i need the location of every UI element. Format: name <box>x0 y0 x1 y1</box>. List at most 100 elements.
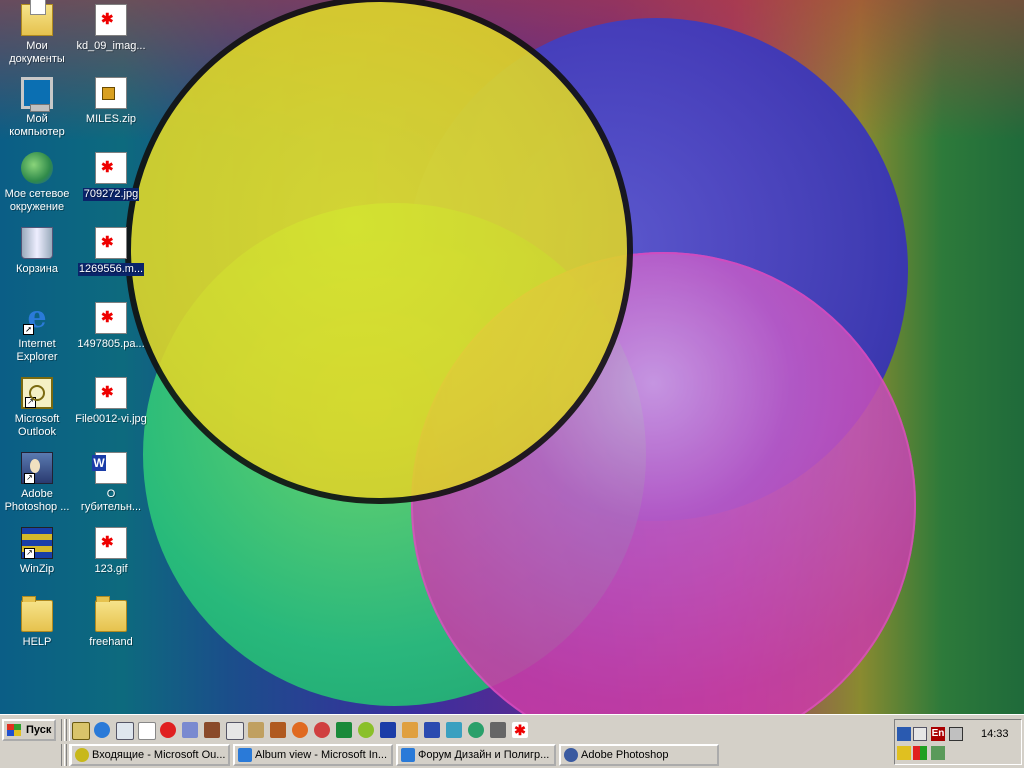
image-viewer-icon[interactable]: ✱ <box>512 722 528 738</box>
calculator-icon[interactable] <box>446 722 462 738</box>
internet-explorer-icon: e ↗ <box>21 302 53 335</box>
icon-label: Adobe Photoshop ... <box>4 488 70 513</box>
desktop-icon-file0012[interactable]: File0012-vi.jpg <box>74 377 148 426</box>
winzip-icon: ↗ <box>21 527 53 559</box>
language-indicator[interactable]: En <box>931 727 945 741</box>
firefox-icon[interactable] <box>292 722 308 738</box>
folder-icon <box>95 596 127 632</box>
folder-icon <box>21 596 53 632</box>
opera-icon[interactable] <box>314 722 330 738</box>
desktop-icon-photoshop[interactable]: ↗ Adobe Photoshop ... <box>0 452 74 514</box>
photoshop-icon[interactable] <box>270 722 286 738</box>
image-file-icon <box>95 527 127 559</box>
excel-icon[interactable] <box>336 722 352 738</box>
icon-label: File0012-vi.jpg <box>75 413 147 425</box>
desktop-icon-709272[interactable]: 709272.jpg <box>74 152 148 201</box>
wallpaper-yellow-circle <box>125 0 633 504</box>
app-icon[interactable] <box>182 722 198 738</box>
volume-icon[interactable] <box>913 727 927 741</box>
tray-app-icon[interactable] <box>897 746 911 760</box>
photoshop-icon <box>564 748 578 762</box>
app-icon[interactable] <box>424 722 440 738</box>
desktop-icon-word-doc[interactable]: О губительн... <box>74 452 148 514</box>
tool-icon[interactable] <box>490 722 506 738</box>
internet-explorer-icon <box>401 748 415 762</box>
taskbar-divider <box>66 719 70 741</box>
network-status-icon[interactable] <box>949 727 963 741</box>
icon-label: 709272.jpg <box>82 188 140 201</box>
desktop-icon-freehand[interactable]: freehand <box>74 596 148 649</box>
icon-label: О губительн... <box>80 488 142 513</box>
clock-icon[interactable] <box>358 722 374 738</box>
task-button-outlook[interactable]: Входящие - Microsoft Ou... <box>70 744 230 766</box>
word-document-icon <box>92 452 127 484</box>
internet-explorer-icon[interactable] <box>94 722 110 738</box>
desktop-icon-winzip[interactable]: ↗ WinZip <box>0 527 74 576</box>
icon-label: Мой компьютер <box>9 113 65 138</box>
taskbar-divider <box>61 744 65 766</box>
desktop-icon-1269556[interactable]: 1269556.m... <box>74 227 148 276</box>
desktop-icon-recycle-bin[interactable]: Корзина <box>0 227 74 276</box>
my-computer-icon <box>21 77 53 112</box>
task-label: Adobe Photoshop <box>581 749 669 761</box>
icon-label: HELP <box>22 636 52 648</box>
start-label: Пуск <box>26 724 52 736</box>
icon-label: Microsoft Outlook <box>14 413 60 438</box>
icon-label: freehand <box>89 636 133 648</box>
desktop-icon-kd09[interactable]: kd_09_imag... <box>74 4 148 53</box>
image-file-icon <box>95 377 127 409</box>
system-tray: En 14:33 <box>894 719 1022 765</box>
windows-logo-icon <box>7 724 21 736</box>
powerpoint-icon[interactable] <box>402 722 418 738</box>
pen-tool-icon[interactable] <box>204 722 220 738</box>
task-label: Входящие - Microsoft Ou... <box>92 749 226 761</box>
desktop-icon-1497805[interactable]: 1497805.pa... <box>74 302 148 351</box>
icon-label: Корзина <box>16 263 58 275</box>
task-label: Album view - Microsoft In... <box>255 749 388 761</box>
acrobat-icon[interactable] <box>138 722 156 740</box>
icon-label: Internet Explorer <box>16 338 58 363</box>
desktop-icon-my-computer[interactable]: Мой компьютер <box>0 77 74 139</box>
zip-file-icon <box>95 77 127 109</box>
tray-app-icon[interactable] <box>931 746 945 760</box>
desktop-icon-outlook[interactable]: ↗ Microsoft Outlook <box>0 377 74 439</box>
desktop-icon-miles-zip[interactable]: MILES.zip <box>74 77 148 126</box>
word-icon[interactable] <box>380 722 396 738</box>
photoshop-icon: ↗ <box>21 452 53 484</box>
show-desktop-icon[interactable] <box>72 722 90 740</box>
media-player-icon[interactable] <box>226 722 244 740</box>
task-button-photoshop[interactable]: Adobe Photoshop <box>559 744 719 766</box>
icon-label: Мои документы <box>9 40 65 65</box>
internet-explorer-icon <box>238 748 252 762</box>
task-button-forum[interactable]: Форум Дизайн и Полигр... <box>396 744 556 766</box>
desktop-icon-network[interactable]: Мое сетевое окружение <box>0 152 74 214</box>
icon-label: WinZip <box>19 563 55 575</box>
taskbar-divider <box>61 719 65 741</box>
tray-app-icon[interactable] <box>913 746 927 760</box>
icon-label: 1269556.m... <box>77 263 145 276</box>
editor-icon[interactable] <box>248 722 264 738</box>
desktop-icon-my-documents[interactable]: Мои документы <box>0 0 74 66</box>
start-button[interactable]: Пуск <box>2 719 56 741</box>
task-button-album-view[interactable]: Album view - Microsoft In... <box>233 744 393 766</box>
desktop-icon-123gif[interactable]: 123.gif <box>74 527 148 576</box>
outlook-icon: ↗ <box>21 377 53 409</box>
image-file-icon <box>95 152 127 184</box>
image-file-icon <box>95 4 127 36</box>
clock[interactable]: 14:33 <box>981 728 1009 740</box>
desktop-icon-help[interactable]: HELP <box>0 596 74 649</box>
desktop-wallpaper: Мои документы Мой компьютер Мое сетевое … <box>0 0 1024 714</box>
recycle-bin-icon <box>21 227 53 259</box>
network-places-icon <box>21 152 53 184</box>
acrobat-reader-icon[interactable] <box>160 722 176 738</box>
desktop-icon-internet-explorer[interactable]: e ↗ Internet Explorer <box>0 302 74 364</box>
icon-label: Мое сетевое окружение <box>4 188 70 213</box>
tray-app-icon[interactable] <box>897 727 911 741</box>
my-documents-icon <box>21 0 53 36</box>
task-label: Форум Дизайн и Полигр... <box>418 749 550 761</box>
outlook-icon <box>75 748 89 762</box>
icon-label: 123.gif <box>94 563 128 575</box>
icon-label: 1497805.pa... <box>77 338 145 350</box>
network-icon[interactable] <box>468 722 484 738</box>
search-icon[interactable] <box>116 722 134 740</box>
